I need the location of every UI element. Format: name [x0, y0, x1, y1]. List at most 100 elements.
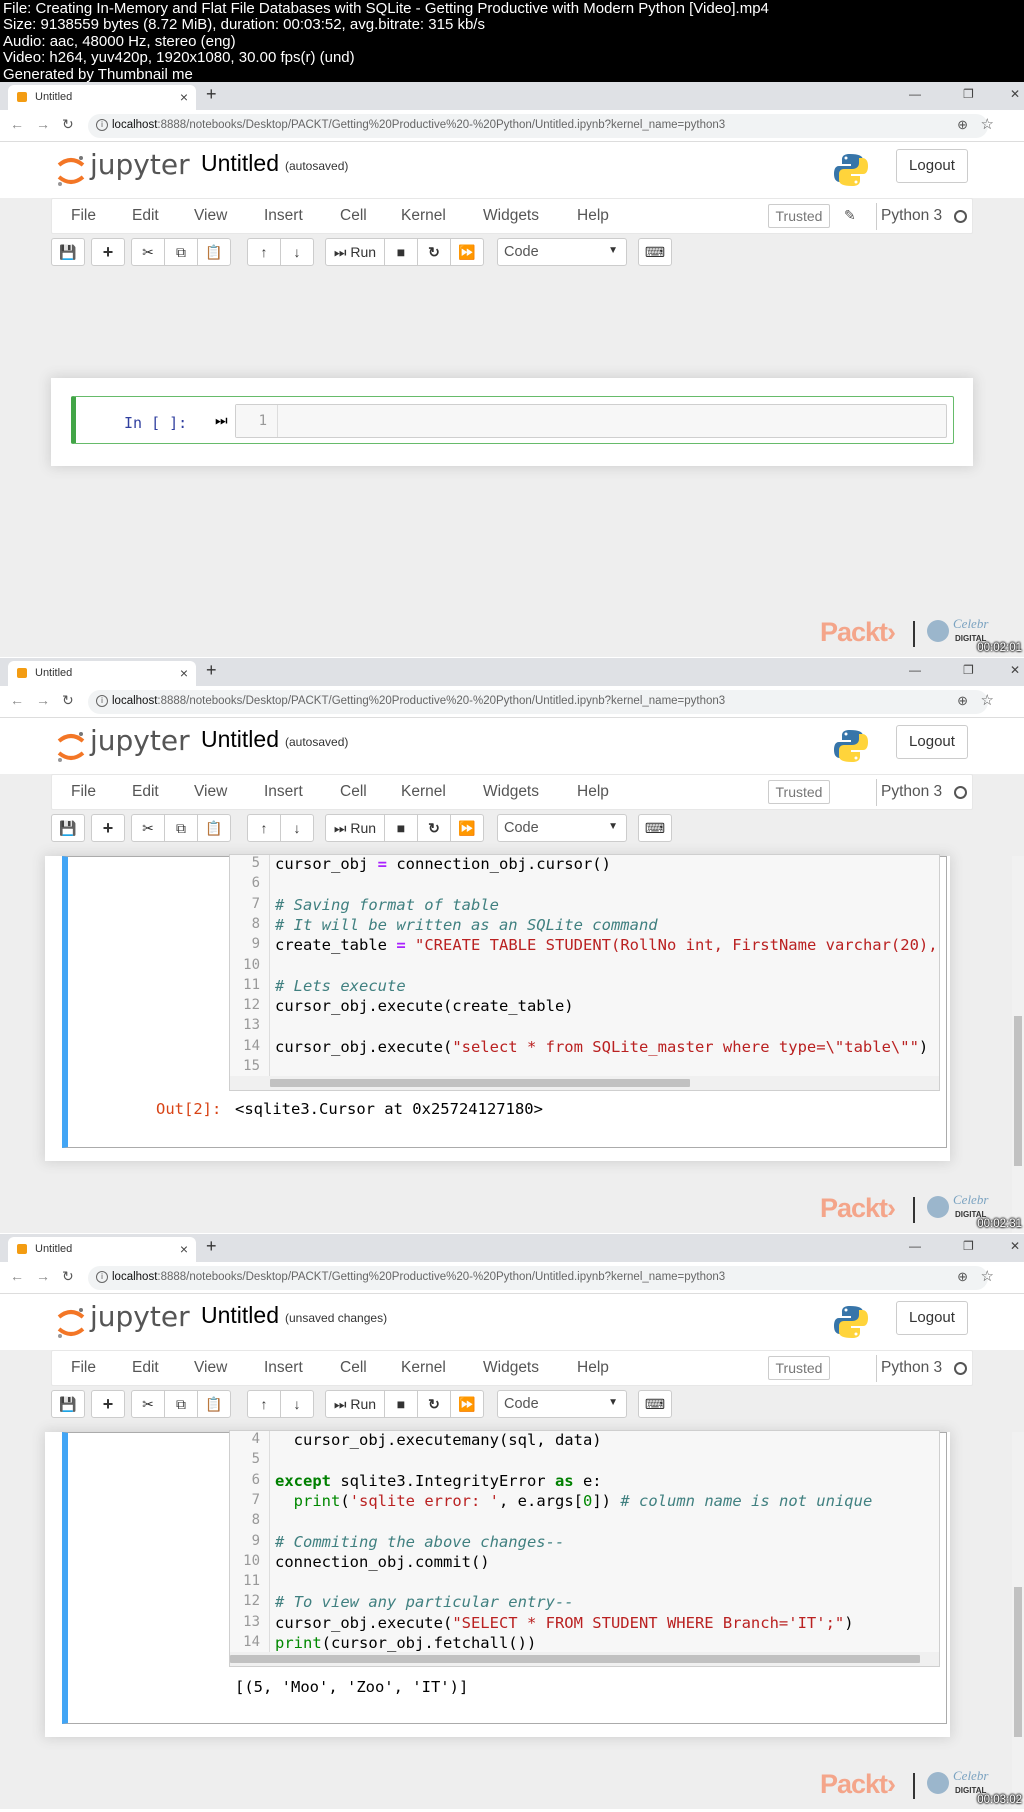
- command-palette-button[interactable]: ⌨: [638, 1390, 672, 1418]
- restart-button[interactable]: ↻: [417, 1390, 451, 1418]
- copy-button[interactable]: ⧉: [164, 238, 198, 266]
- zoom-icon[interactable]: ⊕: [957, 693, 968, 709]
- insert-cell-button[interactable]: +: [91, 814, 125, 842]
- menu-edit[interactable]: Edit: [132, 1359, 159, 1377]
- menu-insert[interactable]: Insert: [264, 783, 303, 801]
- menu-file[interactable]: File: [71, 207, 96, 225]
- kernel-name[interactable]: Python 3: [881, 207, 942, 225]
- scrollbar-thumb[interactable]: [1014, 1587, 1022, 1737]
- url-field[interactable]: i localhost:8888/notebooks/Desktop/PACKT…: [88, 1266, 988, 1290]
- vertical-scrollbar[interactable]: [1012, 1432, 1024, 1809]
- reload-icon[interactable]: ↻: [62, 1268, 74, 1285]
- forward-icon[interactable]: →: [36, 692, 50, 708]
- paste-button[interactable]: 📋: [197, 238, 231, 266]
- move-down-button[interactable]: ↓: [280, 238, 314, 266]
- menu-cell[interactable]: Cell: [340, 207, 367, 225]
- url-field[interactable]: i localhost:8888/notebooks/Desktop/PACKT…: [88, 690, 988, 714]
- trusted-indicator[interactable]: Trusted: [768, 1356, 830, 1380]
- menu-kernel[interactable]: Kernel: [401, 207, 446, 225]
- back-icon[interactable]: ←: [10, 116, 24, 132]
- scrollbar-thumb[interactable]: [1014, 1016, 1022, 1166]
- menu-kernel[interactable]: Kernel: [401, 1359, 446, 1377]
- cell-type-select[interactable]: Code ▼: [497, 1390, 627, 1418]
- jupyter-logo-text[interactable]: jupyter: [90, 1300, 190, 1333]
- logout-button[interactable]: Logout: [896, 725, 968, 759]
- browser-tab[interactable]: Untitled ×: [8, 661, 196, 686]
- reload-icon[interactable]: ↻: [62, 116, 74, 133]
- save-button[interactable]: 💾: [51, 814, 85, 842]
- maximize-icon[interactable]: ❐: [963, 87, 974, 101]
- copy-button[interactable]: ⧉: [164, 814, 198, 842]
- menu-view[interactable]: View: [194, 783, 227, 801]
- close-window-icon[interactable]: ✕: [1010, 87, 1020, 101]
- kernel-name[interactable]: Python 3: [881, 783, 942, 801]
- move-down-button[interactable]: ↓: [280, 814, 314, 842]
- logout-button[interactable]: Logout: [896, 1301, 968, 1335]
- cut-button[interactable]: ✂: [131, 1390, 165, 1418]
- paste-button[interactable]: 📋: [197, 1390, 231, 1418]
- menu-help[interactable]: Help: [577, 207, 609, 225]
- maximize-icon[interactable]: ❐: [963, 663, 974, 677]
- save-button[interactable]: 💾: [51, 238, 85, 266]
- run-cell-icon[interactable]: ⏭: [215, 412, 228, 429]
- menu-widgets[interactable]: Widgets: [483, 783, 539, 801]
- jupyter-logo-icon[interactable]: [56, 1306, 86, 1340]
- restart-run-all-button[interactable]: ⏩: [450, 1390, 484, 1418]
- move-up-button[interactable]: ↑: [247, 814, 281, 842]
- jupyter-logo-icon[interactable]: [56, 154, 86, 188]
- minimize-icon[interactable]: —: [909, 87, 921, 101]
- interrupt-button[interactable]: ■: [384, 814, 418, 842]
- forward-icon[interactable]: →: [36, 1268, 50, 1284]
- reload-icon[interactable]: ↻: [62, 692, 74, 709]
- run-button[interactable]: ⏭ Run: [325, 1390, 385, 1418]
- trusted-indicator[interactable]: Trusted: [768, 204, 830, 228]
- restart-run-all-button[interactable]: ⏩: [450, 238, 484, 266]
- minimize-icon[interactable]: —: [909, 1239, 921, 1253]
- menu-view[interactable]: View: [194, 1359, 227, 1377]
- browser-tab[interactable]: Untitled ×: [8, 85, 196, 110]
- menu-file[interactable]: File: [71, 1359, 96, 1377]
- code-input[interactable]: 1: [235, 404, 947, 438]
- cut-button[interactable]: ✂: [131, 814, 165, 842]
- cut-button[interactable]: ✂: [131, 238, 165, 266]
- scrollbar-thumb[interactable]: [230, 1655, 920, 1663]
- restart-run-all-button[interactable]: ⏩: [450, 814, 484, 842]
- new-tab-button[interactable]: +: [206, 1236, 217, 1257]
- interrupt-button[interactable]: ■: [384, 238, 418, 266]
- maximize-icon[interactable]: ❐: [963, 1239, 974, 1253]
- scrollbar-thumb[interactable]: [270, 1079, 690, 1087]
- forward-icon[interactable]: →: [36, 116, 50, 132]
- site-info-icon[interactable]: i: [96, 119, 108, 131]
- code-input[interactable]: 4 cursor_obj.executemany(sql, data) 5 6 exc…: [229, 1430, 940, 1667]
- zoom-icon[interactable]: ⊕: [957, 117, 968, 133]
- move-up-button[interactable]: ↑: [247, 238, 281, 266]
- copy-button[interactable]: ⧉: [164, 1390, 198, 1418]
- menu-kernel[interactable]: Kernel: [401, 783, 446, 801]
- url-field[interactable]: i localhost:8888/notebooks/Desktop/PACKT…: [88, 114, 988, 138]
- cell-type-select[interactable]: Code ▼: [497, 238, 627, 266]
- menu-help[interactable]: Help: [577, 1359, 609, 1377]
- menu-view[interactable]: View: [194, 207, 227, 225]
- restart-button[interactable]: ↻: [417, 814, 451, 842]
- bookmark-star-icon[interactable]: ☆: [981, 691, 994, 709]
- jupyter-logo-text[interactable]: jupyter: [90, 724, 190, 757]
- kernel-name[interactable]: Python 3: [881, 1359, 942, 1377]
- horizontal-scrollbar[interactable]: [230, 1076, 939, 1090]
- menu-cell[interactable]: Cell: [340, 783, 367, 801]
- zoom-icon[interactable]: ⊕: [957, 1269, 968, 1285]
- run-button[interactable]: ⏭ Run: [325, 238, 385, 266]
- jupyter-logo-icon[interactable]: [56, 730, 86, 764]
- interrupt-button[interactable]: ■: [384, 1390, 418, 1418]
- logout-button[interactable]: Logout: [896, 149, 968, 183]
- bookmark-star-icon[interactable]: ☆: [981, 115, 994, 133]
- command-palette-button[interactable]: ⌨: [638, 238, 672, 266]
- horizontal-scrollbar[interactable]: [230, 1652, 939, 1666]
- menu-cell[interactable]: Cell: [340, 1359, 367, 1377]
- cell-type-select[interactable]: Code ▼: [497, 814, 627, 842]
- minimize-icon[interactable]: —: [909, 663, 921, 677]
- save-button[interactable]: 💾: [51, 1390, 85, 1418]
- menu-edit[interactable]: Edit: [132, 783, 159, 801]
- run-button[interactable]: ⏭ Run: [325, 814, 385, 842]
- new-tab-button[interactable]: +: [206, 84, 217, 105]
- notebook-name[interactable]: Untitled: [201, 1302, 279, 1329]
